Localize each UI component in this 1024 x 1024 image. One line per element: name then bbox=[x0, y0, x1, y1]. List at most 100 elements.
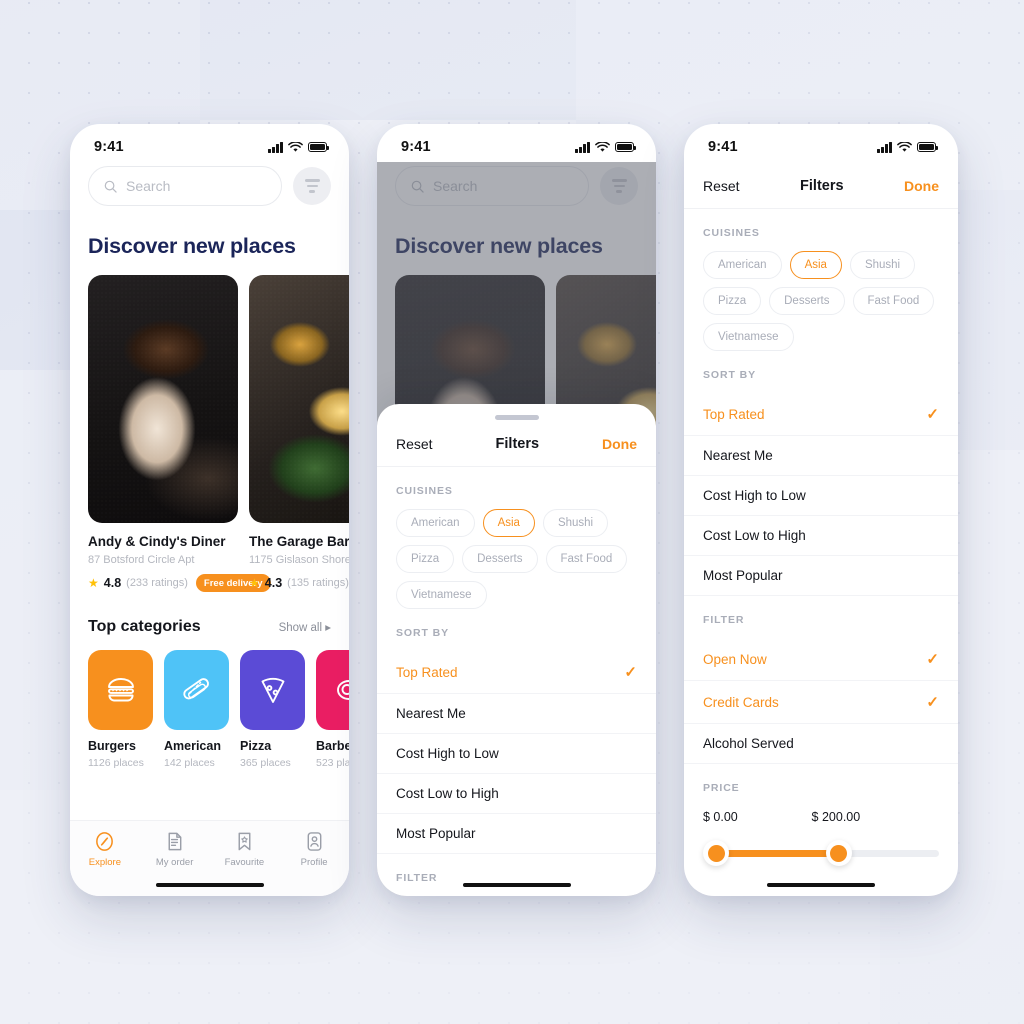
tab-profile[interactable]: Profile bbox=[279, 831, 349, 868]
status-icons bbox=[575, 141, 637, 153]
cuisine-chip-fast-food[interactable]: Fast Food bbox=[852, 287, 935, 315]
filter-icon-button[interactable] bbox=[293, 167, 331, 205]
cuisine-chip-desserts[interactable]: Desserts bbox=[769, 287, 845, 315]
filter-icon bbox=[304, 179, 320, 193]
status-icons bbox=[877, 141, 939, 153]
bottom-tab-bar: Explore My order Favourite Profile bbox=[70, 820, 349, 896]
wifi-icon bbox=[288, 141, 303, 152]
phone-home-screen: 9:41 Search Discover new places Andy & C… bbox=[70, 124, 349, 896]
sort-option-cost-high-to-low[interactable]: Cost High to Low bbox=[684, 476, 958, 516]
search-input[interactable]: Search bbox=[88, 166, 282, 206]
sort-option-label: Nearest Me bbox=[396, 706, 466, 721]
search-placeholder: Search bbox=[126, 178, 171, 194]
sort-by-label: SORT BY bbox=[396, 627, 449, 639]
status-bar: 9:41 bbox=[684, 124, 958, 162]
sort-option-cost-high-to-low[interactable]: Cost High to Low bbox=[377, 734, 656, 774]
cuisines-label: CUISINES bbox=[703, 227, 760, 239]
show-all-link[interactable]: Show all ▸ bbox=[279, 620, 331, 634]
sort-option-nearest-me[interactable]: Nearest Me bbox=[377, 694, 656, 734]
sort-option-label: Most Popular bbox=[703, 568, 783, 583]
cuisine-chip-list: American Asia Shushi Pizza Desserts Fast… bbox=[377, 509, 656, 609]
tab-favourite[interactable]: Favourite bbox=[210, 831, 280, 868]
sort-option-most-popular[interactable]: Most Popular bbox=[377, 814, 656, 854]
reset-button[interactable]: Reset bbox=[703, 178, 740, 194]
restaurant-address: 1175 Gislason Shore Apt bbox=[249, 554, 349, 566]
reset-button[interactable]: Reset bbox=[396, 436, 433, 452]
slider-handle-max[interactable] bbox=[825, 840, 852, 866]
category-tile bbox=[316, 650, 349, 730]
category-item-american[interactable]: American 142 places bbox=[164, 650, 229, 769]
sort-option-nearest-me[interactable]: Nearest Me bbox=[684, 436, 958, 476]
status-time: 9:41 bbox=[708, 139, 738, 155]
wifi-icon bbox=[897, 141, 912, 152]
cuisine-chip-shushi[interactable]: Shushi bbox=[542, 509, 609, 537]
tab-label: Profile bbox=[300, 857, 328, 868]
sort-option-label: Nearest Me bbox=[703, 448, 773, 463]
category-name: American bbox=[164, 739, 221, 753]
cuisine-chip-desserts[interactable]: Desserts bbox=[462, 545, 538, 573]
checkmark-icon: ✓ bbox=[926, 651, 939, 668]
slider-handle-min[interactable] bbox=[703, 840, 729, 866]
cuisine-chip-pizza[interactable]: Pizza bbox=[396, 545, 455, 573]
restaurant-card-list: Andy & Cindy's Diner 87 Botsford Circle … bbox=[70, 275, 349, 592]
done-button[interactable]: Done bbox=[602, 436, 637, 452]
sort-option-label: Cost Low to High bbox=[396, 786, 499, 801]
home-indicator bbox=[767, 882, 875, 887]
cuisine-chip-shushi[interactable]: Shushi bbox=[849, 251, 916, 279]
cuisine-chip-vietnamese[interactable]: Vietnamese bbox=[396, 581, 487, 609]
category-item-barbecue[interactable]: Barbecue 523 places bbox=[316, 650, 349, 769]
sort-option-most-popular[interactable]: Most Popular bbox=[684, 556, 958, 596]
cuisine-chip-asia[interactable]: Asia bbox=[482, 509, 535, 537]
filter-option-credit-cards[interactable]: Credit Cards ✓ bbox=[684, 681, 958, 724]
restaurant-rating: 4.8 bbox=[103, 576, 122, 590]
filter-option-label: Open Now bbox=[703, 651, 767, 667]
sort-option-label: Top Rated bbox=[396, 664, 458, 680]
tab-explore[interactable]: Explore bbox=[70, 831, 140, 868]
cuisine-chip-asia[interactable]: Asia bbox=[789, 251, 842, 279]
restaurant-card[interactable]: The Garage Bar & Grill 1175 Gislason Sho… bbox=[249, 275, 349, 592]
tab-label: My order bbox=[155, 857, 194, 868]
price-max-value: $ 200.00 bbox=[811, 810, 861, 824]
cuisine-chip-vietnamese[interactable]: Vietnamese bbox=[703, 323, 794, 351]
sort-option-top-rated[interactable]: Top Rated ✓ bbox=[377, 651, 656, 694]
filter-label: FILTER bbox=[703, 614, 745, 626]
category-item-burgers[interactable]: Burgers 1126 places bbox=[88, 650, 153, 769]
price-range-slider[interactable] bbox=[703, 840, 939, 866]
page-title: Discover new places bbox=[88, 234, 296, 258]
category-name: Pizza bbox=[240, 739, 272, 753]
status-bar: 9:41 bbox=[70, 124, 349, 162]
filter-option-open-now[interactable]: Open Now ✓ bbox=[684, 638, 958, 681]
search-row: Search bbox=[70, 162, 349, 206]
filters-title: Filters bbox=[800, 178, 844, 194]
sort-option-label: Top Rated bbox=[703, 406, 765, 422]
sort-option-label: Cost Low to High bbox=[703, 528, 806, 543]
sort-option-cost-low-to-high[interactable]: Cost Low to High bbox=[377, 774, 656, 814]
filters-header: Reset Filters Done bbox=[377, 420, 656, 467]
cuisine-chip-american[interactable]: American bbox=[396, 509, 475, 537]
sort-option-top-rated[interactable]: Top Rated ✓ bbox=[684, 393, 958, 436]
section-title: Top categories bbox=[88, 618, 201, 635]
sort-by-label: SORT BY bbox=[703, 369, 756, 381]
category-places: 523 places bbox=[316, 757, 349, 769]
category-tile bbox=[240, 650, 305, 730]
battery-icon bbox=[308, 142, 330, 152]
cuisine-chip-american[interactable]: American bbox=[703, 251, 782, 279]
cuisine-chip-fast-food[interactable]: Fast Food bbox=[545, 545, 628, 573]
home-indicator bbox=[155, 882, 264, 887]
restaurant-card[interactable]: Andy & Cindy's Diner 87 Botsford Circle … bbox=[88, 275, 271, 592]
sort-option-cost-low-to-high[interactable]: Cost Low to High bbox=[684, 516, 958, 556]
done-button[interactable]: Done bbox=[904, 178, 939, 194]
filters-header: Reset Filters Done bbox=[684, 162, 958, 209]
filter-option-alcohol-served[interactable]: Alcohol Served bbox=[684, 724, 958, 764]
category-tile bbox=[164, 650, 229, 730]
order-document-icon bbox=[168, 832, 182, 851]
tab-my-order[interactable]: My order bbox=[140, 831, 210, 868]
restaurant-name: The Garage Bar & Grill bbox=[249, 534, 349, 549]
category-tile bbox=[88, 650, 153, 730]
bookmark-icon bbox=[238, 832, 251, 851]
category-item-pizza[interactable]: Pizza 365 places bbox=[240, 650, 305, 769]
category-name: Barbecue bbox=[316, 739, 349, 753]
filter-option-list: Open Now ✓ Credit Cards ✓ Alcohol Served bbox=[684, 638, 958, 764]
battery-icon bbox=[917, 142, 939, 152]
cuisine-chip-pizza[interactable]: Pizza bbox=[703, 287, 762, 315]
